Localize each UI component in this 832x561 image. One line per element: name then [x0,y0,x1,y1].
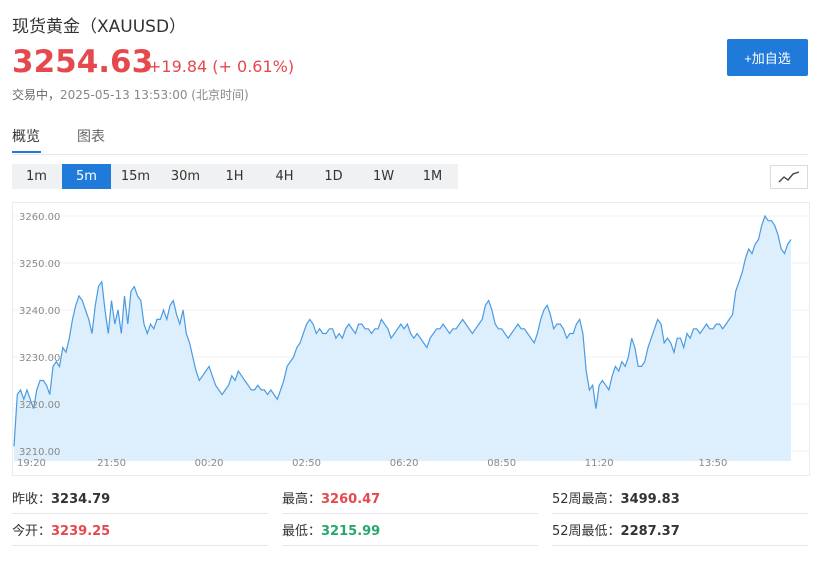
period-5m[interactable]: 5m [62,164,111,189]
divider [282,545,538,546]
add-watchlist-button[interactable]: +加自选 [727,39,808,76]
stat-low: 最低：3215.99 [282,520,380,539]
y-tick-label: 3210.00 [19,447,60,458]
chart-type-button[interactable] [770,165,808,189]
divider [12,513,268,514]
y-tick-label: 3220.00 [19,400,60,411]
tab-bar: 概览 图表 [12,124,808,155]
period-selector: 1m 5m 15m 30m 1H 4H 1D 1W 1M [12,164,458,189]
stat-label: 今开： [12,524,52,539]
x-tick-label: 13:50 [699,458,728,469]
y-tick-label: 3260.00 [19,212,60,223]
period-1d[interactable]: 1D [309,164,358,189]
x-tick-label: 19:20 [17,458,46,469]
x-tick-label: 00:20 [195,458,224,469]
period-30m[interactable]: 30m [161,164,210,189]
stat-52w-high: 52周最高：3499.83 [552,488,680,507]
stat-value: 3239.25 [51,524,111,539]
x-tick-label: 02:50 [292,458,321,469]
period-4h[interactable]: 4H [260,164,309,189]
page-title: 现货黄金（XAUUSD） [12,17,187,37]
y-tick-label: 3230.00 [19,353,60,364]
y-tick-label: 3240.00 [19,306,60,317]
period-1w[interactable]: 1W [359,164,408,189]
stat-prev-close: 昨收：3234.79 [12,488,110,507]
current-price: 3254.63 [12,44,154,80]
stat-52w-low: 52周最低：2287.37 [552,520,680,539]
stat-value: 3260.47 [321,492,381,507]
status-text: 交易中， [12,88,61,102]
stat-value: 3499.83 [620,492,680,507]
stat-label: 52周最低： [552,524,621,539]
stat-open: 今开：3239.25 [12,520,110,539]
period-15m[interactable]: 15m [111,164,160,189]
x-tick-label: 08:50 [487,458,516,469]
period-1h[interactable]: 1H [210,164,259,189]
divider [552,513,808,514]
timestamp: 2025-05-13 13:53:00 (北京时间) [60,88,249,102]
price-change: +19.84 (+ 0.61%) [148,57,295,76]
x-tick-label: 11:20 [585,458,614,469]
x-tick-label: 21:50 [97,458,126,469]
divider [552,545,808,546]
price-area-fill [14,216,791,461]
price-chart[interactable]: 3210.00 3220.00 3230.00 3240.00 3250.00 3260.… [12,202,810,476]
tab-chart[interactable]: 图表 [77,126,105,146]
stat-label: 最高： [282,492,322,507]
divider [12,545,268,546]
stat-label: 最低： [282,524,322,539]
divider [282,513,538,514]
x-tick-label: 06:20 [390,458,419,469]
chart-svg: 3210.00 3220.00 3230.00 3240.00 3250.00 3260.… [13,212,809,469]
stat-label: 52周最高： [552,492,621,507]
y-tick-label: 3250.00 [19,259,60,270]
line-chart-icon [778,171,800,183]
period-1m[interactable]: 1m [12,164,61,189]
stat-label: 昨收： [12,492,52,507]
trading-status: 交易中，2025-05-13 13:53:00 (北京时间) [12,86,249,103]
period-1m-month[interactable]: 1M [408,164,457,189]
tab-overview[interactable]: 概览 [12,126,40,146]
active-tab-indicator [12,151,41,153]
stat-value: 2287.37 [620,524,680,539]
stat-value: 3215.99 [321,524,381,539]
stat-value: 3234.79 [51,492,111,507]
stat-high: 最高：3260.47 [282,488,380,507]
